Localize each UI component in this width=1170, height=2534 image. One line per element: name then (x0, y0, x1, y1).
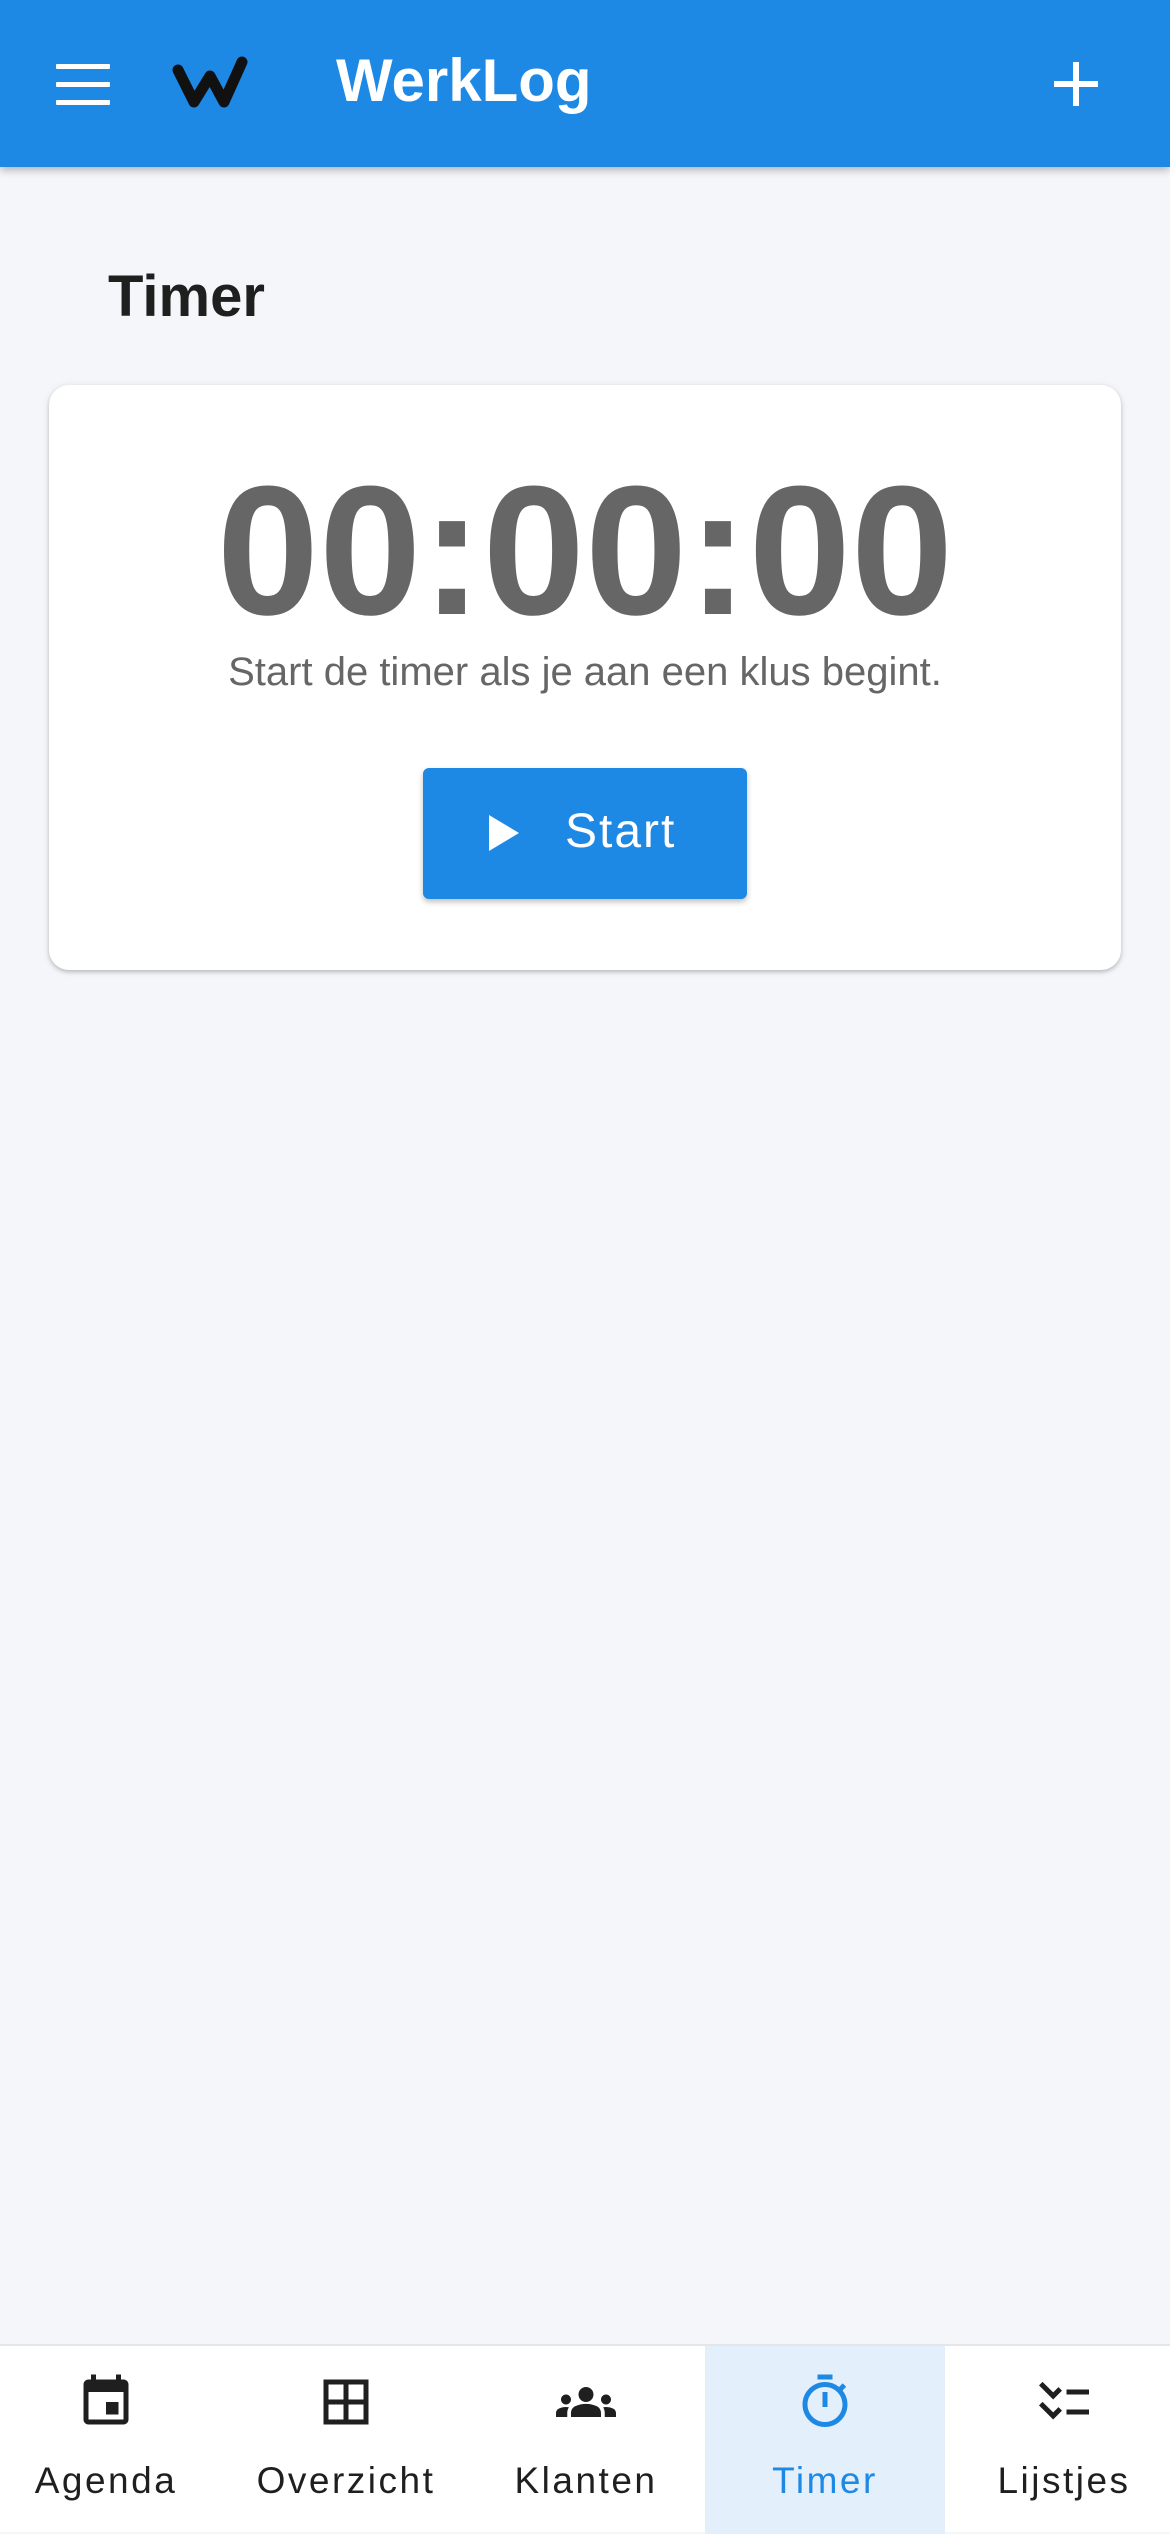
plus-icon (1054, 62, 1098, 106)
checklist-icon (1039, 2381, 1089, 2420)
timer-display: 00:00:00 (216, 447, 954, 653)
hamburger-menu-icon (56, 64, 110, 69)
nav-item-klanten[interactable]: Klanten (480, 2346, 692, 2534)
nav-label-lijstjes: Lijstjes (997, 2460, 1131, 2501)
play-icon (489, 815, 519, 851)
hamburger-menu-icon (56, 82, 110, 87)
calendar-icon (83, 2374, 129, 2425)
nav-label-overzicht: Overzicht (256, 2460, 436, 2501)
nav-item-timer[interactable]: Timer (705, 2346, 945, 2534)
werklog-logo-icon (172, 56, 248, 108)
bottom-navigation: Agenda Overzicht Klanten Timer Lijstjes (0, 2344, 1170, 2534)
nav-label-agenda: Agenda (34, 2460, 178, 2501)
nav-label-klanten: Klanten (514, 2460, 658, 2501)
app-bar: WerkLog (0, 0, 1170, 167)
app-title: WerkLog (336, 47, 592, 114)
table-icon (323, 2379, 369, 2425)
start-button[interactable]: Start (423, 768, 747, 899)
page-title: Timer (108, 264, 265, 329)
add-button[interactable] (1036, 44, 1116, 124)
timer-hint: Start de timer als je aan een klus begin… (228, 650, 942, 694)
timer-card: 00:00:00 Start de timer als je aan een k… (49, 385, 1121, 970)
nav-label-timer: Timer (772, 2460, 878, 2501)
hamburger-menu-icon (56, 100, 110, 105)
nav-item-agenda[interactable]: Agenda (0, 2346, 212, 2534)
menu-button[interactable] (40, 44, 126, 124)
people-icon (556, 2387, 616, 2417)
start-button-label: Start (565, 805, 677, 858)
nav-item-lijstjes[interactable]: Lijstjes (958, 2346, 1170, 2534)
nav-item-overzicht[interactable]: Overzicht (232, 2346, 460, 2534)
stopwatch-icon (802, 2374, 848, 2427)
